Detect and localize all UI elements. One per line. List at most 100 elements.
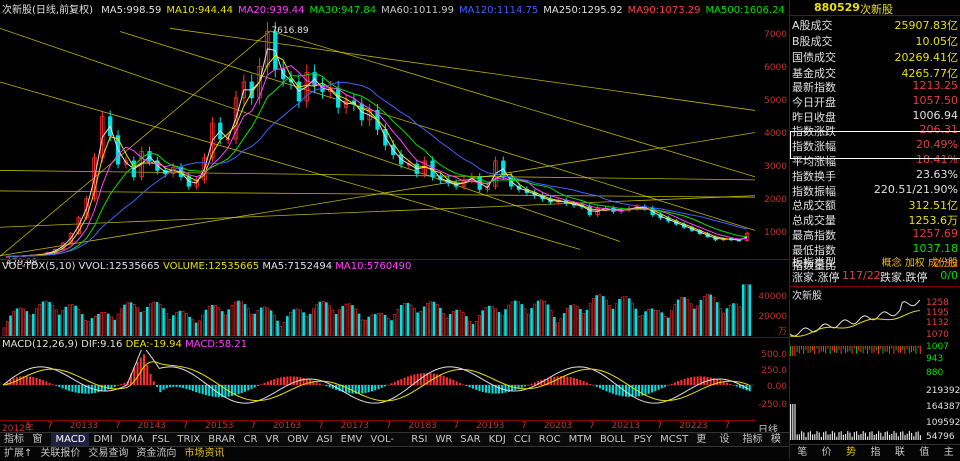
indicator-tab[interactable]: MTM — [565, 433, 596, 447]
mini-volume-bar — [827, 434, 829, 440]
template-tab[interactable]: 模板 — [767, 433, 790, 459]
volume-bar — [465, 316, 468, 336]
right-tab[interactable]: 值 — [912, 445, 936, 460]
macd-bar — [406, 376, 409, 385]
volume-bar — [230, 304, 234, 336]
bottom-tab[interactable]: 交易查询 — [84, 447, 132, 460]
quote-value: 1213.25 — [912, 79, 959, 92]
index-code: 880529 — [814, 1, 860, 14]
volume-bar — [536, 300, 540, 336]
mini-volume-bar — [873, 434, 875, 440]
macd-bar — [74, 385, 77, 393]
right-tab[interactable]: 主 — [937, 445, 960, 460]
right-tab[interactable]: 指 — [863, 445, 887, 460]
volume-bar — [2, 327, 6, 336]
macd-bar — [351, 385, 354, 394]
indicator-tab[interactable]: DMI — [89, 433, 116, 447]
bottom-tab[interactable]: 资金流向 — [132, 447, 180, 460]
volume-bar — [461, 312, 465, 336]
right-tab[interactable]: 笔 — [790, 445, 814, 460]
macd-bar — [491, 385, 494, 394]
indicator-tab[interactable]: 窗口 — [28, 433, 51, 459]
macd-bar — [107, 385, 110, 390]
bottom-tab[interactable]: 关联报价 — [36, 447, 84, 460]
indicator-tab[interactable]: OBV — [283, 433, 312, 447]
indicator-tab[interactable]: MCST — [656, 433, 692, 447]
volume-bar — [696, 305, 699, 336]
mini-volume-bar — [820, 436, 822, 440]
indicator-tab[interactable]: KDJ — [485, 433, 510, 447]
volume-bar — [354, 308, 358, 336]
macd-bar — [143, 354, 146, 385]
indicator-tab[interactable]: MACD — [51, 433, 90, 447]
indicator-tab[interactable]: VOL-TDX — [366, 433, 407, 459]
trend-line — [0, 30, 271, 257]
board-types[interactable]: 概念 加权 成份股 — [882, 254, 958, 269]
volume-bar — [172, 315, 175, 336]
right-tab[interactable]: 势 — [839, 445, 863, 460]
indicator-tab[interactable]: DMA — [117, 433, 148, 447]
macd-bar — [393, 381, 396, 385]
macd-bar — [136, 361, 139, 385]
macd-chart[interactable] — [0, 350, 755, 420]
x-axis-label: 7 — [588, 421, 595, 431]
macd-bar — [654, 385, 657, 392]
indicator-tab[interactable]: VR — [261, 433, 283, 447]
quote-label: 总成交额 — [792, 199, 836, 213]
macd-bar — [273, 379, 276, 385]
indicator-tab[interactable]: SAR — [456, 433, 484, 447]
volume-bar — [605, 299, 608, 336]
indicator-tab[interactable]: ROC — [535, 433, 565, 447]
mini-volume-bar — [904, 435, 906, 440]
indicator-tab[interactable]: CCI — [510, 433, 535, 447]
board-type-weighted[interactable]: 加权 — [905, 258, 925, 269]
vol-y-label: 20000 — [758, 312, 787, 322]
tick-bar — [917, 346, 919, 349]
template-tab[interactable]: 指标B — [739, 433, 767, 459]
indicator-tab[interactable]: EMV — [337, 433, 367, 447]
tick-bar — [790, 346, 791, 356]
macd-y-label: -250.0 — [757, 400, 787, 410]
quote-label: 国债成交 — [792, 51, 836, 64]
macd-bar — [579, 379, 582, 385]
indicator-tab[interactable]: 指标A — [0, 433, 28, 459]
indicator-tab[interactable]: BRAR — [204, 433, 239, 447]
bottom-tab[interactable]: 扩展↑ — [0, 447, 36, 460]
tick-bar — [886, 346, 888, 352]
macd-bar — [217, 385, 220, 398]
macd-bar — [120, 384, 123, 385]
indicator-tab[interactable]: WR — [431, 433, 456, 447]
volume-bar — [644, 311, 647, 336]
indicator-tab[interactable]: TRIX — [173, 433, 204, 447]
mini-volume-bar — [889, 434, 891, 440]
x-axis-label: 2016 — [272, 421, 296, 431]
volume-chart[interactable] — [0, 272, 755, 336]
tick-bar — [893, 346, 895, 354]
volume-bar — [129, 302, 133, 336]
indicator-tab[interactable]: ASI — [312, 433, 336, 447]
indicator-tab[interactable]: RSI — [407, 433, 431, 447]
board-type-components[interactable]: 成份股 — [928, 258, 958, 269]
right-tab[interactable]: 价 — [814, 445, 838, 460]
volume-bar — [116, 313, 120, 336]
board-type-concept[interactable]: 概念 — [882, 258, 902, 269]
quote-row: 指数换手 23.63% — [790, 168, 960, 183]
volume-bar — [224, 314, 227, 336]
indicator-tab[interactable]: 设置 — [715, 433, 738, 459]
indicator-tab[interactable]: 更多 — [692, 433, 715, 459]
volume-bar — [663, 315, 667, 336]
macd-bar — [123, 382, 126, 385]
dif-line — [2, 350, 749, 404]
volume-bar — [165, 313, 169, 336]
volume-bar — [136, 307, 139, 336]
indicator-tab[interactable]: BOLL — [596, 433, 630, 447]
right-tab[interactable]: 联 — [888, 445, 912, 460]
macd-bar — [253, 385, 256, 388]
volume-bar — [693, 308, 696, 336]
candlestick-chart[interactable]: 7616.89479.98 — [0, 12, 755, 267]
bottom-tab[interactable]: 市场资讯 — [180, 447, 228, 460]
indicator-tab[interactable]: FSL — [148, 433, 174, 447]
indicator-tab[interactable]: CR — [239, 433, 261, 447]
indicator-tab[interactable]: PSY — [630, 433, 657, 447]
intraday-mini-chart[interactable] — [790, 298, 922, 440]
